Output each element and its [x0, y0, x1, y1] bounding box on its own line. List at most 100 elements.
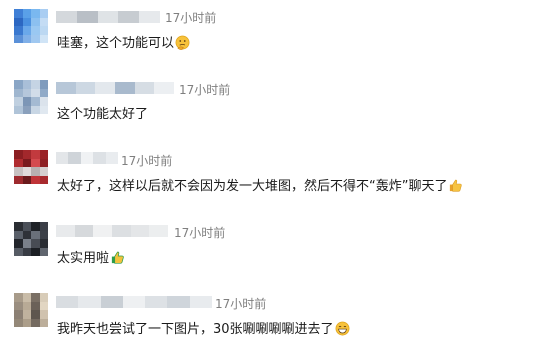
avatar-mosaic-cell	[31, 301, 40, 310]
comment-text: 这个功能太好了	[57, 107, 149, 122]
avatar-mosaic-cell	[39, 167, 48, 176]
avatar-mosaic-cell	[31, 318, 40, 327]
avatar-mosaic-cell	[22, 88, 31, 97]
avatar-mosaic-cell	[39, 88, 48, 97]
username-mosaic-cell	[112, 225, 131, 237]
username-blurred[interactable]	[56, 225, 169, 237]
avatar-mosaic-cell	[39, 318, 48, 327]
username-blurred[interactable]	[56, 11, 160, 23]
avatar-mosaic-cell	[31, 239, 40, 248]
comment-text-row: 太实用啦	[57, 247, 125, 266]
avatar-mosaic-cell	[39, 301, 48, 310]
comment-text: 哇塞，这个功能可以	[57, 36, 175, 51]
avatar[interactable]	[14, 293, 48, 327]
avatar-mosaic-cell	[22, 230, 31, 239]
avatar-mosaic-cell	[14, 17, 23, 26]
avatar-mosaic-cell	[22, 167, 31, 176]
username-mosaic-cell	[189, 296, 212, 308]
avatar-mosaic-cell	[14, 222, 23, 231]
avatar-mosaic-cell	[14, 88, 23, 97]
avatar-mosaic-cell	[22, 301, 31, 310]
avatar-mosaic-cell	[39, 310, 48, 319]
avatar-mosaic-cell	[31, 175, 40, 184]
avatar-mosaic-cell	[31, 34, 40, 43]
avatar-mosaic-cell	[14, 310, 23, 319]
username-mosaic-cell	[139, 11, 160, 23]
avatar-mosaic-cell	[22, 105, 31, 114]
username-mosaic-cell	[93, 225, 113, 237]
comment-text-row: 这个功能太好了	[57, 103, 148, 122]
avatar-mosaic-cell	[39, 17, 48, 26]
avatar-mosaic-cell	[22, 310, 31, 319]
avatar[interactable]	[14, 222, 48, 256]
username-mosaic-cell	[56, 11, 77, 23]
avatar-mosaic-cell	[31, 26, 40, 35]
avatar-mosaic-cell	[22, 9, 31, 18]
avatar-mosaic-cell	[31, 293, 40, 302]
comment-text: 太实用啦	[57, 251, 110, 266]
avatar-mosaic-cell	[14, 301, 23, 310]
avatar-mosaic-cell	[22, 17, 31, 26]
username-mosaic-cell	[93, 152, 106, 164]
avatar-mosaic-cell	[39, 230, 48, 239]
username-mosaic-cell	[56, 82, 76, 94]
avatar-mosaic-cell	[14, 247, 23, 256]
avatar-mosaic-cell	[22, 318, 31, 327]
avatar-mosaic-cell	[22, 175, 31, 184]
avatar-mosaic-cell	[39, 222, 48, 231]
avatar-mosaic-cell	[22, 26, 31, 35]
username-mosaic-cell	[68, 152, 81, 164]
avatar-mosaic-cell	[39, 97, 48, 106]
avatar-mosaic-cell	[39, 105, 48, 114]
comment-text-row: 太好了，这样以后就不会因为发一大堆图，然后不得不“轰炸”聊天了	[57, 175, 463, 194]
avatar-mosaic-cell	[22, 293, 31, 302]
avatar-mosaic-cell	[31, 150, 40, 159]
avatar-mosaic-cell	[22, 158, 31, 167]
avatar-mosaic-cell	[31, 97, 40, 106]
avatar-mosaic-cell	[31, 247, 40, 256]
avatar-mosaic-cell	[39, 26, 48, 35]
username-mosaic-cell	[97, 11, 119, 23]
avatar-mosaic-cell	[39, 80, 48, 89]
avatar-mosaic-cell	[14, 158, 23, 167]
avatar[interactable]	[14, 80, 48, 114]
avatar-mosaic-cell	[14, 239, 23, 248]
avatar-mosaic-cell	[31, 80, 40, 89]
avatar-mosaic-cell	[39, 150, 48, 159]
avatar-mosaic-cell	[39, 9, 48, 18]
avatar-mosaic-cell	[31, 9, 40, 18]
comment-text-row: 哇塞，这个功能可以	[57, 32, 190, 51]
username-mosaic-cell	[167, 296, 190, 308]
avatar-mosaic-cell	[39, 158, 48, 167]
avatar-mosaic-cell	[14, 150, 23, 159]
avatar-mosaic-cell	[14, 97, 23, 106]
comment-text: 太好了，这样以后就不会因为发一大堆图，然后不得不“轰炸”聊天了	[57, 179, 448, 194]
avatar[interactable]	[14, 150, 48, 184]
avatar-mosaic-cell	[14, 293, 23, 302]
username-blurred[interactable]	[56, 296, 212, 308]
username-mosaic-cell	[105, 152, 119, 164]
username-mosaic-cell	[95, 82, 116, 94]
timestamp: 17小时前	[215, 297, 267, 311]
thumbs-up-emoji-icon	[450, 179, 463, 192]
avatar-mosaic-cell	[39, 247, 48, 256]
avatar[interactable]	[14, 9, 48, 43]
avatar-mosaic-cell	[22, 247, 31, 256]
avatar-mosaic-cell	[14, 175, 23, 184]
timestamp: 17小时前	[165, 11, 217, 25]
username-blurred[interactable]	[56, 82, 175, 94]
timestamp: 17小时前	[174, 226, 226, 240]
username-mosaic-cell	[115, 82, 135, 94]
avatar-mosaic-cell	[31, 167, 40, 176]
username-mosaic-cell	[56, 152, 69, 164]
comment-text-row: 我昨天也尝试了一下图片，30张唰唰唰唰进去了	[57, 318, 350, 337]
username-mosaic-cell	[80, 152, 94, 164]
username-mosaic-cell	[74, 225, 94, 237]
avatar-mosaic-cell	[14, 105, 23, 114]
avatar-mosaic-cell	[22, 97, 31, 106]
avatar-mosaic-cell	[31, 105, 40, 114]
username-mosaic-cell	[130, 225, 150, 237]
timestamp: 17小时前	[179, 83, 231, 97]
username-blurred[interactable]	[56, 152, 119, 164]
username-mosaic-cell	[149, 225, 169, 237]
